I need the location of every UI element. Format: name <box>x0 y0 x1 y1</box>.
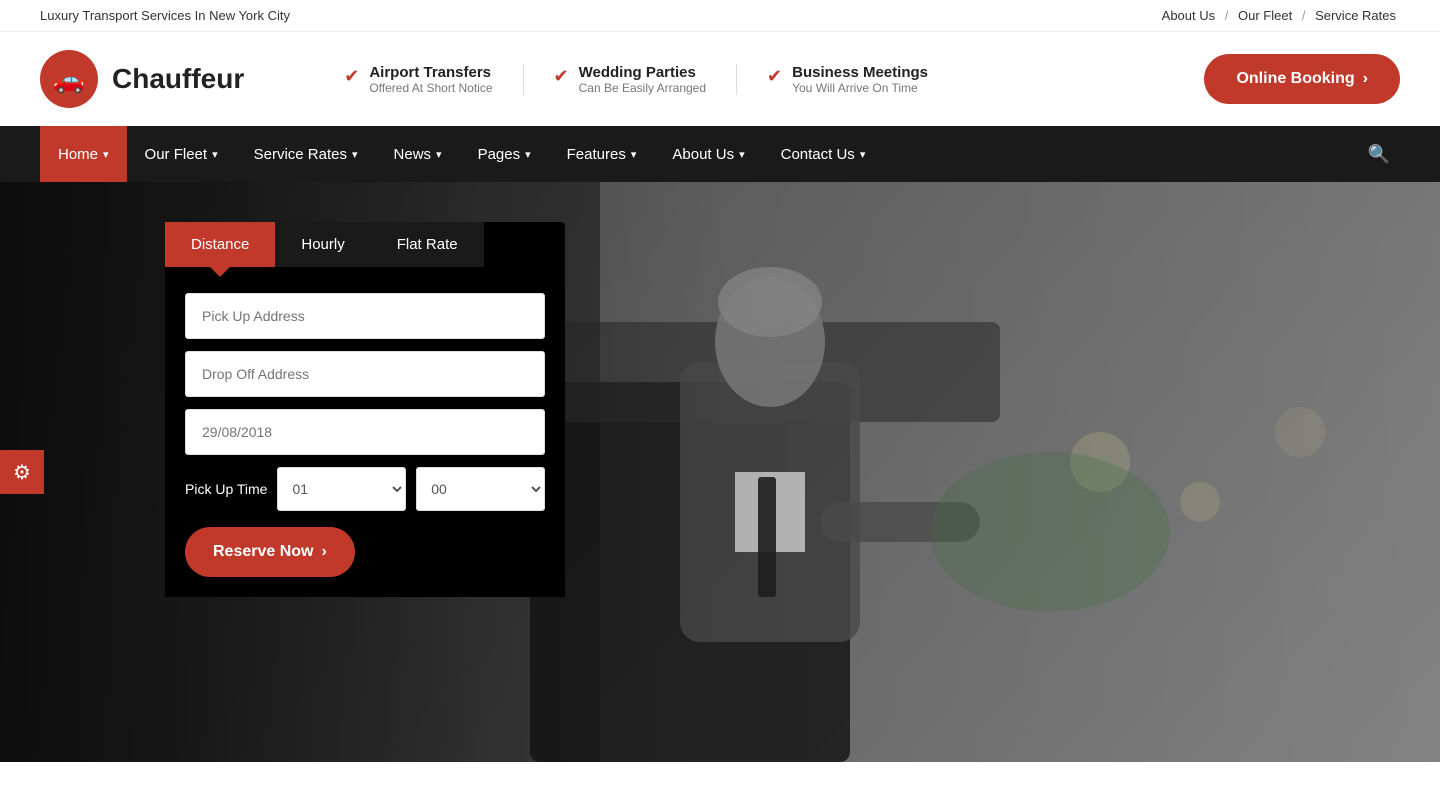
feature-business-sub: You Will Arrive On Time <box>792 81 928 95</box>
chevron-down-icon: ▾ <box>352 148 358 161</box>
pickup-time-label: Pick Up Time <box>185 481 267 497</box>
tab-distance[interactable]: Distance <box>165 222 275 267</box>
chevron-down-icon: ▾ <box>631 148 637 161</box>
nav-item-home[interactable]: Home ▾ <box>40 126 127 182</box>
online-booking-button[interactable]: Online Booking › <box>1204 54 1400 104</box>
logo-icon: 🚗 <box>40 50 98 108</box>
dropoff-address-input[interactable] <box>185 351 545 397</box>
chevron-down-icon: ▾ <box>103 148 109 161</box>
hour-select[interactable]: 01 02 03 04 05 06 07 08 09 10 11 12 <box>277 467 406 511</box>
top-bar: Luxury Transport Services In New York Ci… <box>0 0 1440 32</box>
check-icon-airport: ✔ <box>344 66 359 87</box>
navbar: Home ▾ Our Fleet ▾ Service Rates ▾ News … <box>0 126 1440 182</box>
feature-business: ✔ Business Meetings You Will Arrive On T… <box>737 64 958 95</box>
feature-airport-sub: Offered At Short Notice <box>369 81 492 95</box>
feature-airport: ✔ Airport Transfers Offered At Short Not… <box>344 64 523 95</box>
header-features: ✔ Airport Transfers Offered At Short Not… <box>344 64 958 95</box>
nav-item-features[interactable]: Features ▾ <box>549 126 655 182</box>
settings-icon[interactable]: ⚙ <box>0 450 44 494</box>
nav-item-contact[interactable]: Contact Us ▾ <box>763 126 884 182</box>
nav-item-fleet[interactable]: Our Fleet ▾ <box>127 126 236 182</box>
pickup-time-row: Pick Up Time 01 02 03 04 05 06 07 08 09 … <box>185 467 545 511</box>
chevron-down-icon: ▾ <box>525 148 531 161</box>
chevron-down-icon: ▾ <box>739 148 745 161</box>
top-link-rates[interactable]: Service Rates <box>1315 8 1396 23</box>
feature-airport-title: Airport Transfers <box>369 64 492 81</box>
chevron-down-icon: ▾ <box>860 148 866 161</box>
top-link-about[interactable]: About Us <box>1162 8 1215 23</box>
check-icon-business: ✔ <box>767 66 782 87</box>
nav-search-button[interactable]: 🔍 <box>1358 144 1400 165</box>
nav-item-about[interactable]: About Us ▾ <box>654 126 762 182</box>
feature-business-title: Business Meetings <box>792 64 928 81</box>
top-bar-links: About Us / Our Fleet / Service Rates <box>1158 8 1400 23</box>
logo-text: Chauffeur <box>112 63 244 95</box>
nav-item-rates[interactable]: Service Rates ▾ <box>236 126 376 182</box>
top-link-fleet[interactable]: Our Fleet <box>1238 8 1292 23</box>
tab-flat-rate[interactable]: Flat Rate <box>371 222 484 267</box>
nav-item-pages[interactable]: Pages ▾ <box>460 126 549 182</box>
feature-wedding: ✔ Wedding Parties Can Be Easily Arranged <box>524 64 738 95</box>
feature-wedding-title: Wedding Parties <box>579 64 706 81</box>
hero-section: ⚙ Distance Hourly Flat Rate Pick Up Time… <box>0 182 1440 762</box>
check-icon-wedding: ✔ <box>554 66 569 87</box>
reserve-now-button[interactable]: Reserve Now › <box>185 527 355 577</box>
feature-wedding-sub: Can Be Easily Arranged <box>579 81 706 95</box>
widget-body: Pick Up Time 01 02 03 04 05 06 07 08 09 … <box>165 273 565 597</box>
header: 🚗 Chauffeur ✔ Airport Transfers Offered … <box>0 32 1440 126</box>
pickup-address-input[interactable] <box>185 293 545 339</box>
nav-item-news[interactable]: News ▾ <box>376 126 460 182</box>
minute-select[interactable]: 00 15 30 45 <box>416 467 545 511</box>
date-input[interactable] <box>185 409 545 455</box>
widget-tabs: Distance Hourly Flat Rate <box>165 222 565 267</box>
top-bar-tagline: Luxury Transport Services In New York Ci… <box>40 8 290 23</box>
tab-hourly[interactable]: Hourly <box>275 222 370 267</box>
chevron-down-icon: ▾ <box>212 148 218 161</box>
logo[interactable]: 🚗 Chauffeur <box>40 50 244 108</box>
booking-widget: Distance Hourly Flat Rate Pick Up Time 0… <box>165 222 565 597</box>
chevron-down-icon: ▾ <box>436 148 442 161</box>
